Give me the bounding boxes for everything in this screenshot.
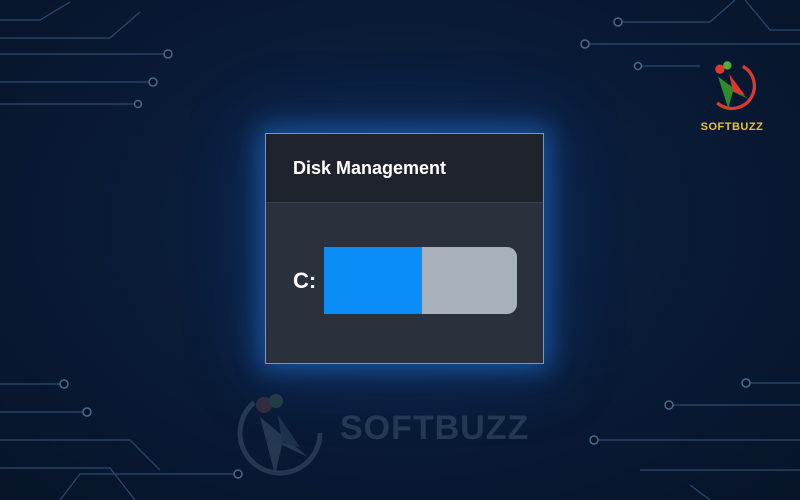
softbuzz-watermark: SOFTBUZZ <box>230 385 570 485</box>
softbuzz-watermark-logo-icon <box>237 390 323 476</box>
drive-usage-fill <box>324 247 423 314</box>
drive-usage-bar[interactable] <box>324 247 517 314</box>
window-titlebar: Disk Management <box>266 134 543 203</box>
drive-label: C: <box>293 267 317 293</box>
softbuzz-logo: SOFTBUZZ <box>694 58 770 133</box>
softbuzz-watermark-text: SOFTBUZZ <box>340 409 530 447</box>
disk-management-window: Disk Management C: <box>265 133 544 364</box>
drive-row-c[interactable]: C: <box>293 247 517 314</box>
softbuzz-logo-icon <box>707 61 757 111</box>
softbuzz-logo-text: SOFTBUZZ <box>700 121 764 133</box>
window-title: Disk Management <box>293 157 447 178</box>
